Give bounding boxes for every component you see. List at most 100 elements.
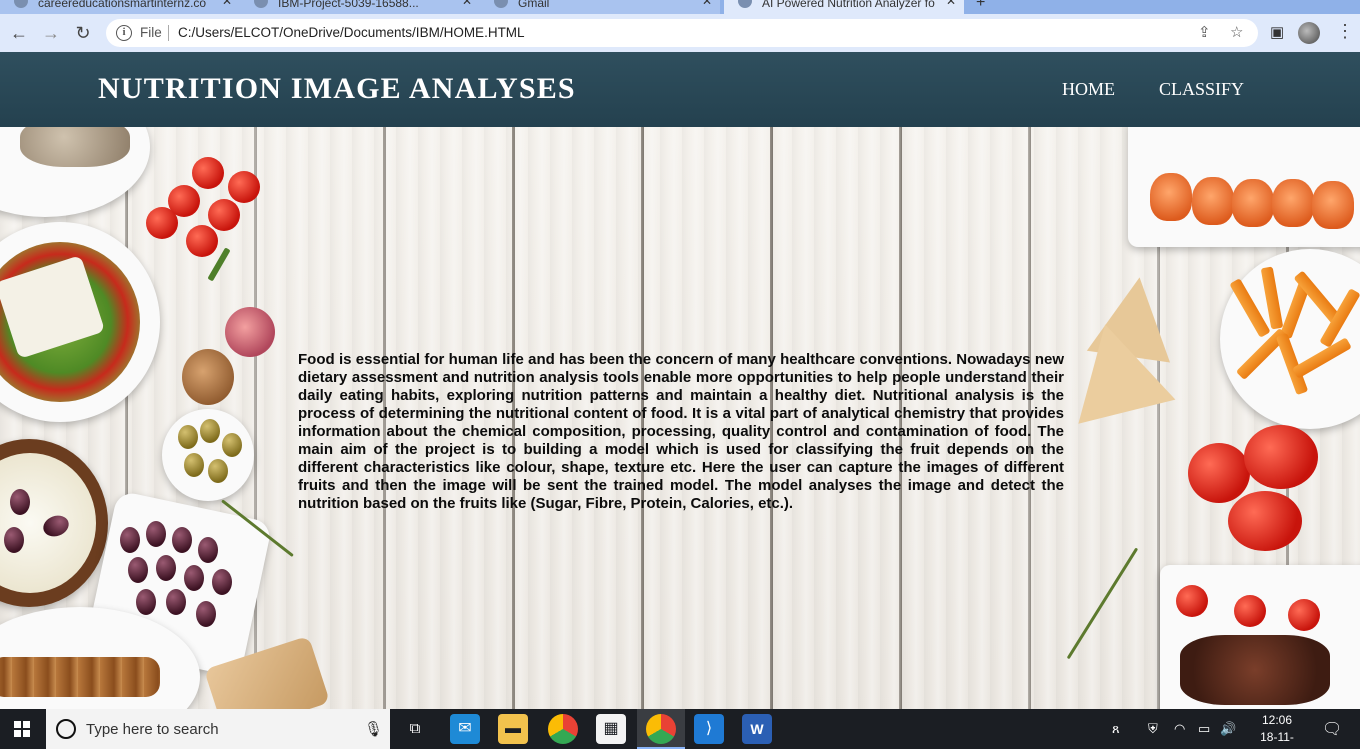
mail-app-icon[interactable]: ✉ [450,714,480,744]
tab-title: IBM-Project-5039-16588... [278,0,419,10]
back-arrow-icon[interactable]: ← [8,22,30,44]
task-view-icon[interactable]: ⧉ [400,714,430,744]
share-icon[interactable]: ⇪ [1198,23,1211,41]
microphone-icon[interactable]: 🎙 [364,720,383,738]
grilled-shrimp-image [1272,179,1314,227]
browser-tab-4[interactable]: AI Powered Nutrition Analyzer fo ✕ [724,0,964,14]
tab-favicon-icon [738,0,752,8]
system-clock[interactable]: 12:06 18-11-2022 [1248,712,1306,749]
tab-favicon-icon [494,0,508,8]
grilled-shrimp-image [1192,177,1234,225]
tab-search-icon[interactable]: ▣ [1270,23,1284,41]
black-olive-image [198,537,218,563]
green-olive-image [208,459,228,483]
chrome-app-icon[interactable] [548,714,578,744]
tab-favicon-icon [254,0,268,8]
notification-center-icon[interactable]: 🗨 [1322,719,1342,739]
black-olive-image [10,489,30,515]
bookmark-star-icon[interactable]: ☆ [1230,23,1243,41]
volume-icon[interactable]: 🔊 [1220,721,1236,737]
cortana-icon [56,719,76,739]
taskbar-search-box[interactable]: Type here to search 🎙 [46,709,390,749]
people-icon[interactable]: ጸ [1112,721,1120,737]
black-olive-image [172,527,192,553]
grilled-skewer-image [0,657,160,697]
security-shield-icon[interactable]: ⛨ [1148,721,1158,737]
nav-classify-link[interactable]: CLASSIFY [1159,79,1244,100]
tab-title: Gmail [518,0,550,10]
tab-close-icon[interactable]: ✕ [702,0,712,8]
tomato-image [1188,443,1250,503]
cherry-tomato-image [228,171,260,203]
cherry-tomato-image [192,157,224,189]
address-url[interactable]: C:/Users/ELCOT/OneDrive/Documents/IBM/HO… [178,25,525,40]
black-olive-image [196,601,216,627]
tab-favicon-icon [14,0,28,8]
black-olive-image [128,557,148,583]
tab-close-icon[interactable]: ✕ [222,0,232,8]
new-tab-button[interactable]: + [976,0,985,12]
clock-time: 12:06 [1261,713,1293,727]
clock-date: 18-11-2022 [1260,730,1294,749]
green-olive-image [184,453,204,477]
browser-tabstrip: careereducationsmartinternz.co ✕ IBM-Pro… [0,0,1360,14]
windows-start-icon[interactable] [14,721,30,737]
reload-icon[interactable]: ↻ [72,22,94,44]
cherry-tomato-image [186,225,218,257]
profile-avatar[interactable] [1298,22,1320,44]
site-header: NUTRITION IMAGE ANALYSES HOME CLASSIFY [0,52,1360,127]
hero-description: Food is essential for human life and has… [298,351,1064,512]
black-olive-image [184,565,204,591]
browser-tab-2[interactable]: IBM-Project-5039-16588... ✕ [240,0,480,14]
black-olive-image [146,521,166,547]
black-olive-image [166,589,186,615]
cherry-tomato-image [1288,599,1320,631]
browser-toolbar: ← → ↻ i File C:/Users/ELCOT/OneDrive/Doc… [0,14,1360,52]
info-icon[interactable]: i [116,25,132,41]
black-olive-image [120,527,140,553]
windows-taskbar: Type here to search 🎙 ⧉ ✉ ▬ ▦ ⟩ W ጸ ⛨ ◠ … [0,709,1360,749]
address-bar[interactable]: i File C:/Users/ELCOT/OneDrive/Documents… [106,19,1258,47]
cherry-tomato-image [1176,585,1208,617]
site-title: NUTRITION IMAGE ANALYSES [98,72,576,105]
browser-tab-1[interactable]: careereducationsmartinternz.co ✕ [0,0,240,14]
address-divider [168,25,169,41]
black-olive-image [136,589,156,615]
black-olive-image [156,555,176,581]
taskbar-search-placeholder: Type here to search [86,721,219,738]
fig-image [225,307,275,357]
vscode-app-icon[interactable]: ⟩ [694,714,724,744]
fish-image [20,127,130,167]
store-app-icon[interactable]: ▦ [596,714,626,744]
green-olive-image [200,419,220,443]
grilled-shrimp-image [1232,179,1274,227]
tab-title: careereducationsmartinternz.co [38,0,207,10]
battery-icon[interactable]: ▭ [1198,721,1210,737]
chrome-active-app-icon[interactable] [637,714,685,749]
grilled-shrimp-image [1150,173,1192,221]
tab-close-icon[interactable]: ✕ [946,0,956,8]
grilled-meat-image [1180,635,1330,705]
wifi-icon[interactable]: ◠ [1174,721,1185,737]
cherry-tomato-image [208,199,240,231]
black-olive-image [4,527,24,553]
address-scheme: File [140,25,162,40]
browser-tab-3[interactable]: Gmail ✕ [480,0,720,14]
green-olive-image [178,425,198,449]
word-app-icon[interactable]: W [742,714,772,744]
menu-kebab-icon[interactable]: ⋮ [1336,21,1354,42]
grilled-shrimp-image [1312,181,1354,229]
forward-arrow-icon[interactable]: → [40,22,62,44]
cherry-tomato-image [1234,595,1266,627]
cherry-tomato-image [146,207,178,239]
hero-section: Food is essential for human life and has… [0,127,1360,709]
tomato-image [1244,425,1318,489]
tab-close-icon[interactable]: ✕ [462,0,472,8]
tab-title: AI Powered Nutrition Analyzer fo [762,0,935,10]
nav-home-link[interactable]: HOME [1062,79,1115,100]
tomato-image [1228,491,1302,551]
fig-image [182,349,234,405]
black-olive-image [212,569,232,595]
green-olive-image [222,433,242,457]
file-explorer-icon[interactable]: ▬ [498,714,528,744]
